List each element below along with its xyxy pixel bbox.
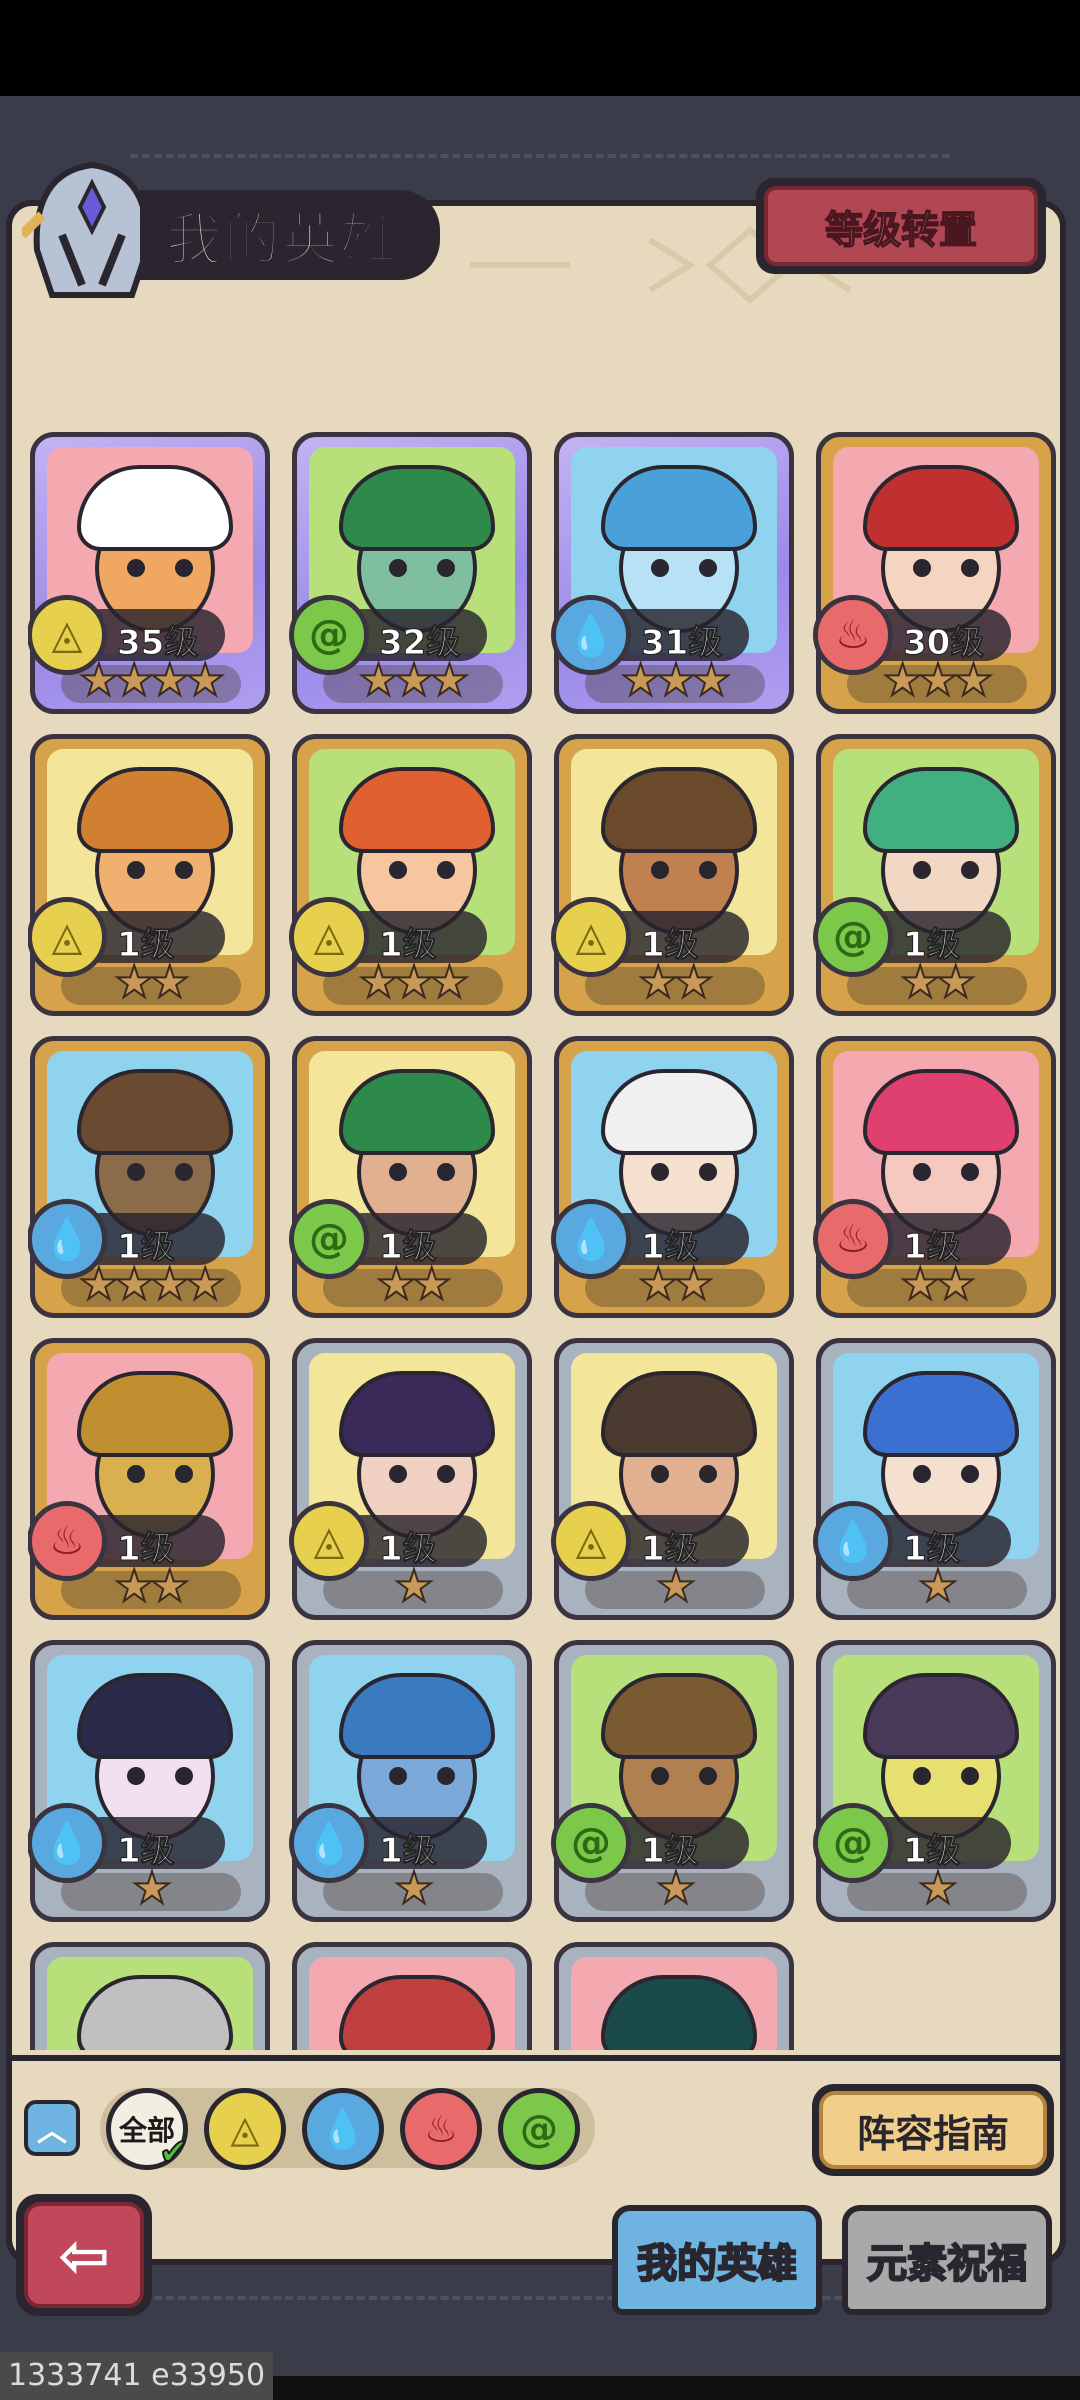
back-button[interactable]: ⇦ [16,2194,152,2316]
hero-card[interactable]: 1级 ★★ ◬ [551,734,794,1016]
wind-element-icon: @ [813,1803,893,1883]
hero-card[interactable]: 1级 ★★★★ 💧 [28,1036,270,1318]
hero-card[interactable]: 1级 ★ ◬ [289,1338,532,1620]
earth-element-icon: ◬ [28,897,107,977]
fire-element-icon: ♨ [28,1501,107,1581]
wind-element-icon: @ [289,1199,369,1279]
earth-element-icon: ◬ [28,595,107,675]
filter-fire-icon[interactable]: ♨ [400,2088,482,2170]
tab-my-heroes[interactable]: 我的英雄 [612,2205,822,2315]
wind-element-icon: @ [289,595,369,675]
hero-card[interactable]: 1级 ★ 💧 [28,1640,270,1922]
hero-card[interactable]: 1级 ★★ ◬ [28,734,270,1016]
earth-element-icon: ◬ [289,1501,369,1581]
filter-wind-icon[interactable]: @ [498,2088,580,2170]
hero-card[interactable]: 1级 ★ 💧 [289,1640,532,1922]
hero-card[interactable]: 1级 ★★ ♨ [28,1338,270,1620]
tab-element-blessing[interactable]: 元素祝福 [842,2205,1052,2315]
level-transfer-label: 等级转置 [824,207,978,253]
filter-earth-icon[interactable]: ◬ [204,2088,286,2170]
fire-element-icon: ♨ [813,1199,893,1279]
hero-card[interactable]: 1级 ★ @ [813,1640,1056,1922]
hero-grid[interactable]: 35级 ★★★★ ◬ 32级 ★★★ @31级 ★★★ 💧 30级 ★★★ ♨ 1级 ★★ ◬ 1级 ★★★ ◬… [28,430,1058,2050]
water-element-icon: 💧 [813,1501,893,1581]
level-transfer-button[interactable]: 等级转置 [756,178,1046,274]
wind-element-icon: @ [813,897,893,977]
status-bar-area [0,0,1080,96]
hero-card[interactable] [30,1942,270,2050]
earth-element-icon: ◬ [551,1501,631,1581]
hero-card[interactable]: 1级 ★ 💧 [813,1338,1056,1620]
earth-element-icon: ◬ [289,897,369,977]
hero-portrait [571,1957,777,2050]
lineup-guide-label: 阵容指南 [856,2111,1009,2156]
hero-card[interactable]: 1级 ★ ◬ [551,1338,794,1620]
page-title-banner: 我的英雄 [140,190,440,280]
panel-bottom-edge [6,2055,1066,2061]
hero-card[interactable] [292,1942,532,2050]
water-element-icon: 💧 [551,595,631,675]
filter-all-button[interactable]: 全部 ✔ [106,2088,190,2174]
page-title: 我的英雄 [165,207,398,274]
back-arrow-icon: ⇦ [24,2202,144,2308]
hero-card[interactable]: 35级 ★★★★ ◬ [28,432,270,714]
hero-card[interactable]: 30级 ★★★ ♨ [813,432,1056,714]
lineup-guide-button[interactable]: 阵容指南 [812,2084,1054,2176]
tab-element-blessing-label: 元素祝福 [866,2240,1028,2288]
earth-element-icon: ◬ [551,897,631,977]
hero-card[interactable]: 1级 ★★ @ [289,1036,532,1318]
wind-element-icon: @ [551,1803,631,1883]
hero-card[interactable]: 32级 ★★★ @ [289,432,532,714]
hero-card[interactable]: 31级 ★★★ 💧 [551,432,794,714]
water-element-icon: 💧 [289,1803,369,1883]
water-element-icon: 💧 [551,1199,631,1279]
hero-card[interactable]: 1级 ★★ 💧 [551,1036,794,1318]
water-element-icon: 💧 [28,1803,107,1883]
collapse-filter-button[interactable]: ︿ [24,2100,80,2156]
fire-element-icon: ♨ [813,595,893,675]
hero-portrait [309,1957,515,2050]
hero-card[interactable]: 1级 ★★ @ [813,734,1056,1016]
water-element-icon: 💧 [28,1199,107,1279]
hero-card[interactable]: 1级 ★★★ ◬ [289,734,532,1016]
check-icon: ✔ [158,2131,190,2174]
hero-card[interactable]: 1级 ★★ ♨ [813,1036,1056,1318]
filter-water-icon[interactable]: 💧 [302,2088,384,2170]
hero-portrait [47,1957,253,2050]
footer-id: 1333741 e33950 [0,2352,274,2400]
hero-card[interactable] [554,1942,794,2050]
hero-card[interactable]: 1级 ★ @ [551,1640,794,1922]
tab-my-heroes-label: 我的英雄 [636,2240,798,2288]
